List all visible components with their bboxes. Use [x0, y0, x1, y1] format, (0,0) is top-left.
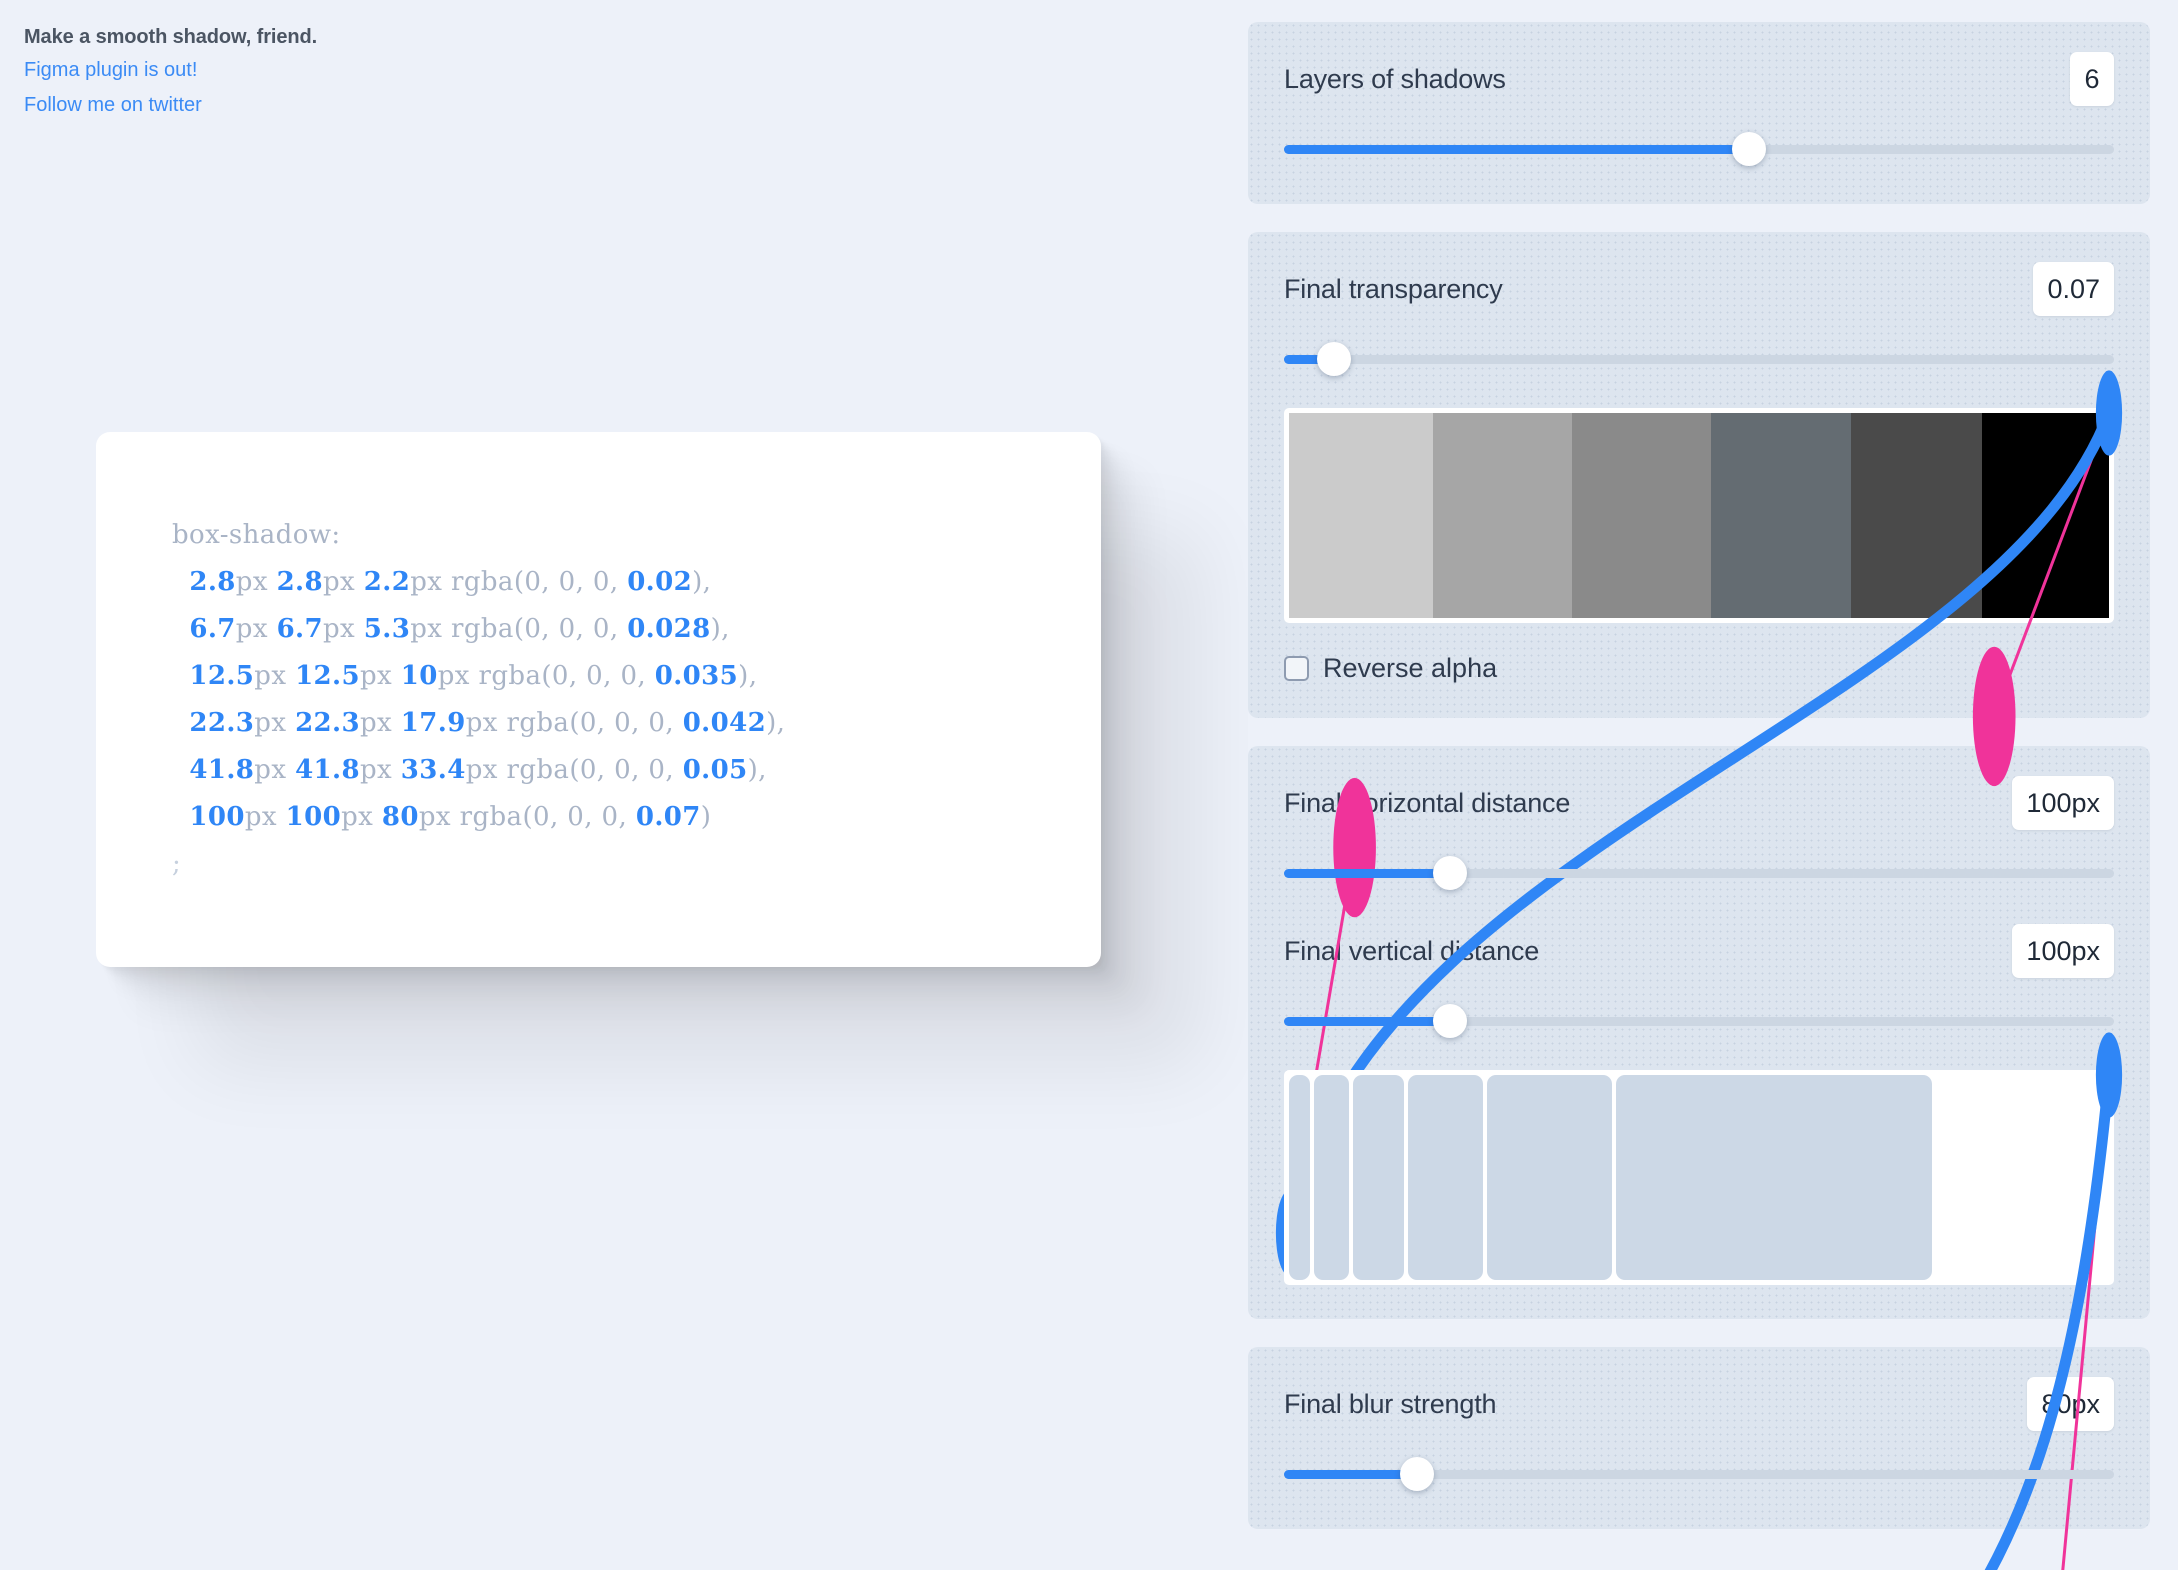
- blur-slider[interactable]: [1284, 1453, 2114, 1495]
- horizontal-slider-thumb[interactable]: [1433, 856, 1467, 890]
- layers-slider-fill: [1284, 144, 1749, 154]
- page-title: Make a smooth shadow, friend.: [24, 26, 318, 48]
- blur-slider-thumb[interactable]: [1399, 1457, 1434, 1491]
- endpoint-2: [2095, 370, 2123, 456]
- app-root: Make a smooth shadow, friend. Figma plug…: [0, 0, 2178, 1570]
- twitter-link[interactable]: Follow me on twitter: [24, 88, 317, 123]
- layers-row: Layers of shadows 6: [1284, 52, 2114, 106]
- intro-block: Make a smooth shadow, friend. Figma plug…: [24, 22, 317, 123]
- vertical-slider-thumb[interactable]: [1433, 1004, 1467, 1038]
- control-handle-1[interactable]: [1333, 777, 1376, 918]
- distance-curve-svg[interactable]: [1289, 1075, 2109, 1570]
- transparency-slider-thumb[interactable]: [1316, 342, 1351, 376]
- blur-slider-fill: [1284, 1469, 1417, 1479]
- distance-curve-editor[interactable]: [1284, 1070, 2114, 1285]
- layers-slider-thumb[interactable]: [1731, 132, 1766, 166]
- transparency-value[interactable]: 0.07: [2033, 262, 2114, 316]
- panel-layers: Layers of shadows 6: [1248, 22, 2150, 204]
- alpha-curve-canvas[interactable]: [1289, 413, 2109, 618]
- alpha-curve-editor[interactable]: [1284, 408, 2114, 623]
- panel-transparency: Final transparency 0.07 Reverse alpha: [1248, 232, 2150, 718]
- layers-value[interactable]: 6: [2070, 52, 2114, 106]
- preview-stage: Make a smooth shadow, friend. Figma plug…: [0, 0, 1248, 1570]
- control-handle-2[interactable]: [1972, 646, 2016, 787]
- transparency-row: Final transparency 0.07: [1284, 262, 2114, 316]
- layers-slider[interactable]: [1284, 128, 2114, 170]
- figma-plugin-link[interactable]: Figma plugin is out!: [24, 53, 317, 88]
- vertical-slider-fill: [1284, 1016, 1450, 1026]
- box-shadow-code: box-shadow: 2.8px 2.8px 2.2px rgba(0, 0,…: [172, 519, 786, 879]
- horizontal-slider[interactable]: [1284, 852, 2114, 894]
- transparency-label: Final transparency: [1284, 273, 1503, 304]
- transparency-slider[interactable]: [1284, 338, 2114, 380]
- shadow-preview-card: box-shadow: 2.8px 2.8px 2.2px rgba(0, 0,…: [96, 432, 1101, 967]
- controls-column: Layers of shadows 6 Final transparency 0…: [1248, 0, 2178, 1570]
- distance-curve-canvas[interactable]: [1289, 1075, 2109, 1280]
- transparency-slider-track: [1284, 354, 2114, 364]
- bezier-curve: [1289, 1075, 2109, 1570]
- vertical-slider[interactable]: [1284, 1000, 2114, 1042]
- layers-label: Layers of shadows: [1284, 63, 1506, 94]
- horizontal-slider-fill: [1284, 868, 1450, 878]
- endpoint-2: [2095, 1032, 2123, 1118]
